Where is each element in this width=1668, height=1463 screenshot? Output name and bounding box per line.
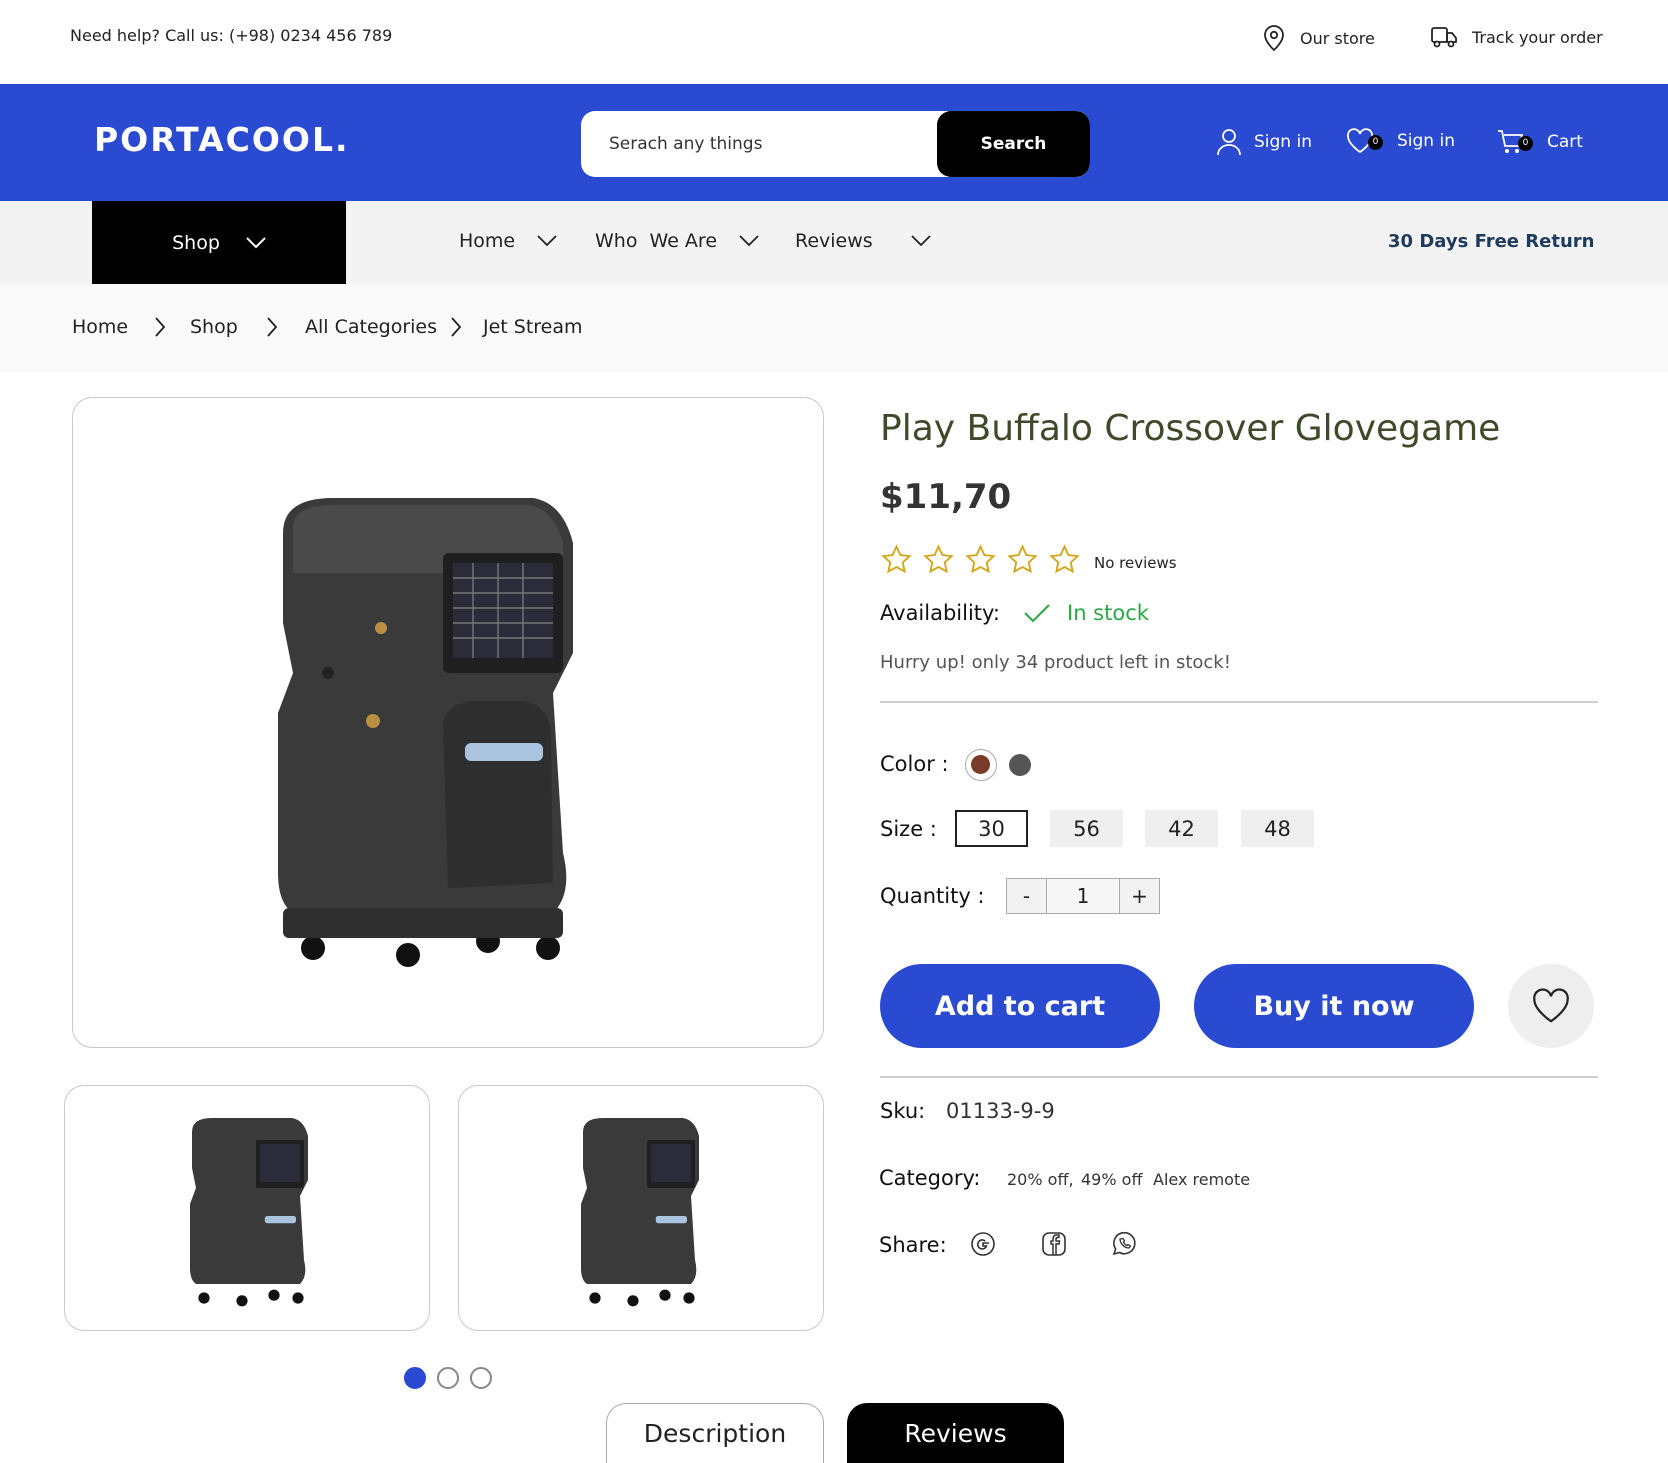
size-label: Size : <box>880 817 937 841</box>
checkmark-icon <box>1024 604 1050 623</box>
search-button[interactable]: Search <box>937 111 1090 177</box>
location-pin-icon <box>1264 25 1284 52</box>
top-bar: Need help? Call us: (+98) 0234 456 789 O… <box>0 0 1668 84</box>
shop-label: Shop <box>172 231 220 254</box>
our-store-label: Our store <box>1300 28 1375 48</box>
nav-item-who-we-are[interactable]: Who We Are <box>595 230 759 252</box>
product-thumbnail-photo <box>581 1118 699 1307</box>
track-order-label: Track your order <box>1472 27 1603 47</box>
sign-in-link[interactable]: Sign in <box>1216 128 1312 156</box>
nav-home-label: Home <box>459 230 516 252</box>
star-icon <box>923 544 954 574</box>
chevron-down-icon <box>739 235 759 247</box>
breadcrumb: Home Shop All Categories Jet Stream <box>0 284 1668 372</box>
help-phone: Need help? Call us: (+98) 0234 456 789 <box>70 26 393 45</box>
color-swatch-gray[interactable] <box>1009 754 1031 776</box>
star-icon <box>965 544 996 574</box>
chevron-right-icon <box>451 317 462 337</box>
chevron-down-icon <box>246 236 266 248</box>
divider <box>880 1076 1598 1078</box>
product-price: $11,70 <box>880 477 1012 517</box>
nav-item-home[interactable]: Home <box>459 230 557 252</box>
size-option-42[interactable]: 42 <box>1145 810 1218 847</box>
thumbnail-2[interactable] <box>458 1085 824 1331</box>
share-label: Share: <box>879 1233 947 1257</box>
availability-label: Availability: <box>880 601 1001 625</box>
sign-in-label: Sign in <box>1254 132 1312 152</box>
quantity-label: Quantity : <box>880 884 985 908</box>
rating-stars[interactable] <box>880 544 1081 576</box>
facebook-icon[interactable] <box>1040 1230 1068 1258</box>
track-order-link[interactable]: Track your order <box>1430 24 1603 50</box>
chevron-right-icon <box>267 317 278 337</box>
star-icon <box>881 544 912 574</box>
chevron-right-icon <box>155 317 166 337</box>
divider <box>880 701 1598 703</box>
color-swatch-brown-fill <box>971 755 990 774</box>
size-option-48[interactable]: 48 <box>1241 810 1314 847</box>
carousel-dot-2[interactable] <box>437 1367 459 1389</box>
nav-bar: Shop Home Who We Are Reviews 30 Days Fre… <box>0 201 1668 284</box>
our-store-link[interactable]: Our store <box>1262 24 1375 52</box>
cart-count-badge: 0 <box>1518 135 1533 151</box>
availability-status: In stock <box>1023 601 1149 625</box>
thumbnail-1[interactable] <box>64 1085 430 1331</box>
star-icon <box>1049 544 1080 574</box>
search-bar: Search <box>581 111 1090 177</box>
nav-reviews-label: Reviews <box>795 230 873 252</box>
logo[interactable]: PORTACOOL. <box>94 120 350 159</box>
tab-reviews[interactable]: Reviews <box>847 1403 1064 1463</box>
add-to-cart-button[interactable]: Add to cart <box>880 964 1160 1048</box>
color-label: Color : <box>880 752 949 776</box>
whatsapp-icon[interactable] <box>1110 1230 1138 1258</box>
wishlist-label: Sign in <box>1397 131 1455 151</box>
size-option-56[interactable]: 56 <box>1050 810 1123 847</box>
color-swatch-brown[interactable] <box>965 749 997 781</box>
breadcrumb-shop[interactable]: Shop <box>190 316 238 338</box>
breadcrumb-home[interactable]: Home <box>72 316 128 338</box>
in-stock-text: In stock <box>1067 601 1149 625</box>
google-icon[interactable] <box>969 1230 997 1258</box>
quantity-input[interactable]: 1 <box>1046 878 1120 914</box>
main-header: PORTACOOL. Search Sign in 0 Sign in 0 Ca… <box>0 84 1668 201</box>
product-title: Play Buffalo Crossover Glovegame <box>880 408 1501 449</box>
breadcrumb-all-categories[interactable]: All Categories <box>305 316 437 338</box>
heart-icon <box>1533 988 1569 1023</box>
carousel-dot-1[interactable] <box>404 1367 426 1389</box>
cart-label: Cart <box>1547 132 1583 152</box>
sku-value: 01133-9-9 <box>946 1099 1055 1123</box>
stock-note: Hurry up! only 34 product left in stock! <box>880 652 1231 673</box>
quantity-increment-button[interactable]: + <box>1119 878 1160 914</box>
category-label: Category: <box>879 1166 981 1190</box>
buy-now-button[interactable]: Buy it now <box>1194 964 1474 1048</box>
category-tag[interactable]: 49% off <box>1081 1170 1142 1189</box>
reviews-count: No reviews <box>1094 554 1177 572</box>
size-option-30[interactable]: 30 <box>955 810 1028 847</box>
chevron-down-icon <box>537 235 557 247</box>
sku-label: Sku: <box>880 1099 926 1123</box>
search-input[interactable] <box>581 111 941 177</box>
star-icon <box>1007 544 1038 574</box>
free-return-promo: 30 Days Free Return <box>1388 231 1595 252</box>
chevron-down-icon <box>911 235 931 247</box>
main-product-image[interactable] <box>72 397 824 1048</box>
quantity-decrement-button[interactable]: - <box>1006 878 1047 914</box>
tab-description[interactable]: Description <box>606 1403 824 1463</box>
user-icon <box>1217 129 1241 156</box>
cart-link[interactable]: 0 Cart <box>1496 128 1583 156</box>
truck-icon <box>1431 27 1457 48</box>
add-to-wishlist-button[interactable] <box>1508 964 1594 1048</box>
nav-item-reviews[interactable]: Reviews <box>795 230 931 252</box>
wishlist-count-badge: 0 <box>1368 134 1383 150</box>
wishlist-link[interactable]: 0 Sign in <box>1346 128 1455 154</box>
shop-menu-button[interactable]: Shop <box>92 201 346 284</box>
product-photo <box>278 498 573 967</box>
nav-who-label: Who We Are <box>595 230 718 252</box>
breadcrumb-jet-stream: Jet Stream <box>483 316 583 338</box>
category-tag[interactable]: Alex remote <box>1153 1170 1250 1189</box>
category-tag[interactable]: 20% off, <box>1007 1170 1074 1189</box>
carousel-dot-3[interactable] <box>470 1367 492 1389</box>
product-thumbnail-photo <box>190 1118 308 1307</box>
